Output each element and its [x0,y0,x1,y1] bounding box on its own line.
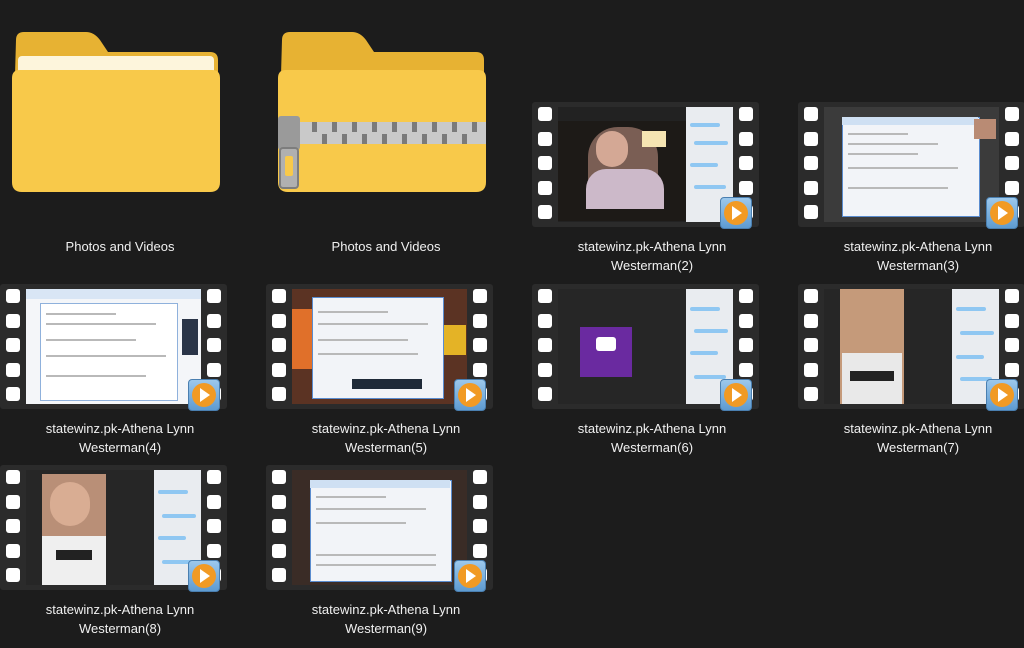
file-label: statewinz.pk-Athena Lynn Westerman(3) [843,239,993,273]
video-file-icon [798,102,1024,229]
file-label: Photos and Videos [65,239,175,254]
video-file-icon [0,465,227,592]
zip-folder-icon [278,32,486,192]
video-thumbnail [26,289,201,404]
play-icon [986,197,1018,229]
file-label: Photos and Videos [331,239,441,254]
file-item-video[interactable]: statewinz.pk-Athena Lynn Westerman(5) [266,284,506,464]
file-item-video[interactable]: statewinz.pk-Athena Lynn Westerman(4) [0,284,240,464]
video-thumbnail [824,107,999,222]
file-item-video[interactable]: statewinz.pk-Athena Lynn Westerman(8) [0,465,240,645]
video-file-icon [0,284,227,411]
file-label: statewinz.pk-Athena Lynn Westerman(8) [45,602,195,636]
file-item-zip-folder[interactable]: Photos and Videos [266,24,506,254]
video-file-icon [266,465,493,592]
file-label: statewinz.pk-Athena Lynn Westerman(4) [45,421,195,455]
video-thumbnail [824,289,999,404]
video-thumbnail [292,470,467,585]
video-thumbnail [558,107,733,222]
video-thumbnail [292,289,467,404]
file-label: statewinz.pk-Athena Lynn Westerman(5) [311,421,461,455]
file-label: statewinz.pk-Athena Lynn Westerman(9) [311,602,461,636]
video-thumbnail [26,470,201,585]
video-file-icon [532,102,759,229]
play-icon [454,560,486,592]
file-item-video[interactable]: statewinz.pk-Athena Lynn Westerman(7) [798,284,1024,464]
video-thumbnail [558,289,733,404]
file-item-folder[interactable]: Photos and Videos [0,24,240,254]
play-icon [454,379,486,411]
file-label: statewinz.pk-Athena Lynn Westerman(2) [577,239,727,273]
file-label: statewinz.pk-Athena Lynn Westerman(6) [577,421,727,455]
video-file-icon [798,284,1024,411]
video-file-icon [532,284,759,411]
play-icon [720,379,752,411]
play-icon [188,560,220,592]
play-icon [188,379,220,411]
file-item-video[interactable]: statewinz.pk-Athena Lynn Westerman(2) [532,102,772,282]
play-icon [986,379,1018,411]
video-file-icon [266,284,493,411]
play-icon [720,197,752,229]
file-item-video[interactable]: statewinz.pk-Athena Lynn Westerman(9) [266,465,506,645]
file-label: statewinz.pk-Athena Lynn Westerman(7) [843,421,993,455]
file-item-video[interactable]: statewinz.pk-Athena Lynn Westerman(3) [798,102,1024,282]
folder-icon [12,32,220,192]
file-item-video[interactable]: statewinz.pk-Athena Lynn Westerman(6) [532,284,772,464]
